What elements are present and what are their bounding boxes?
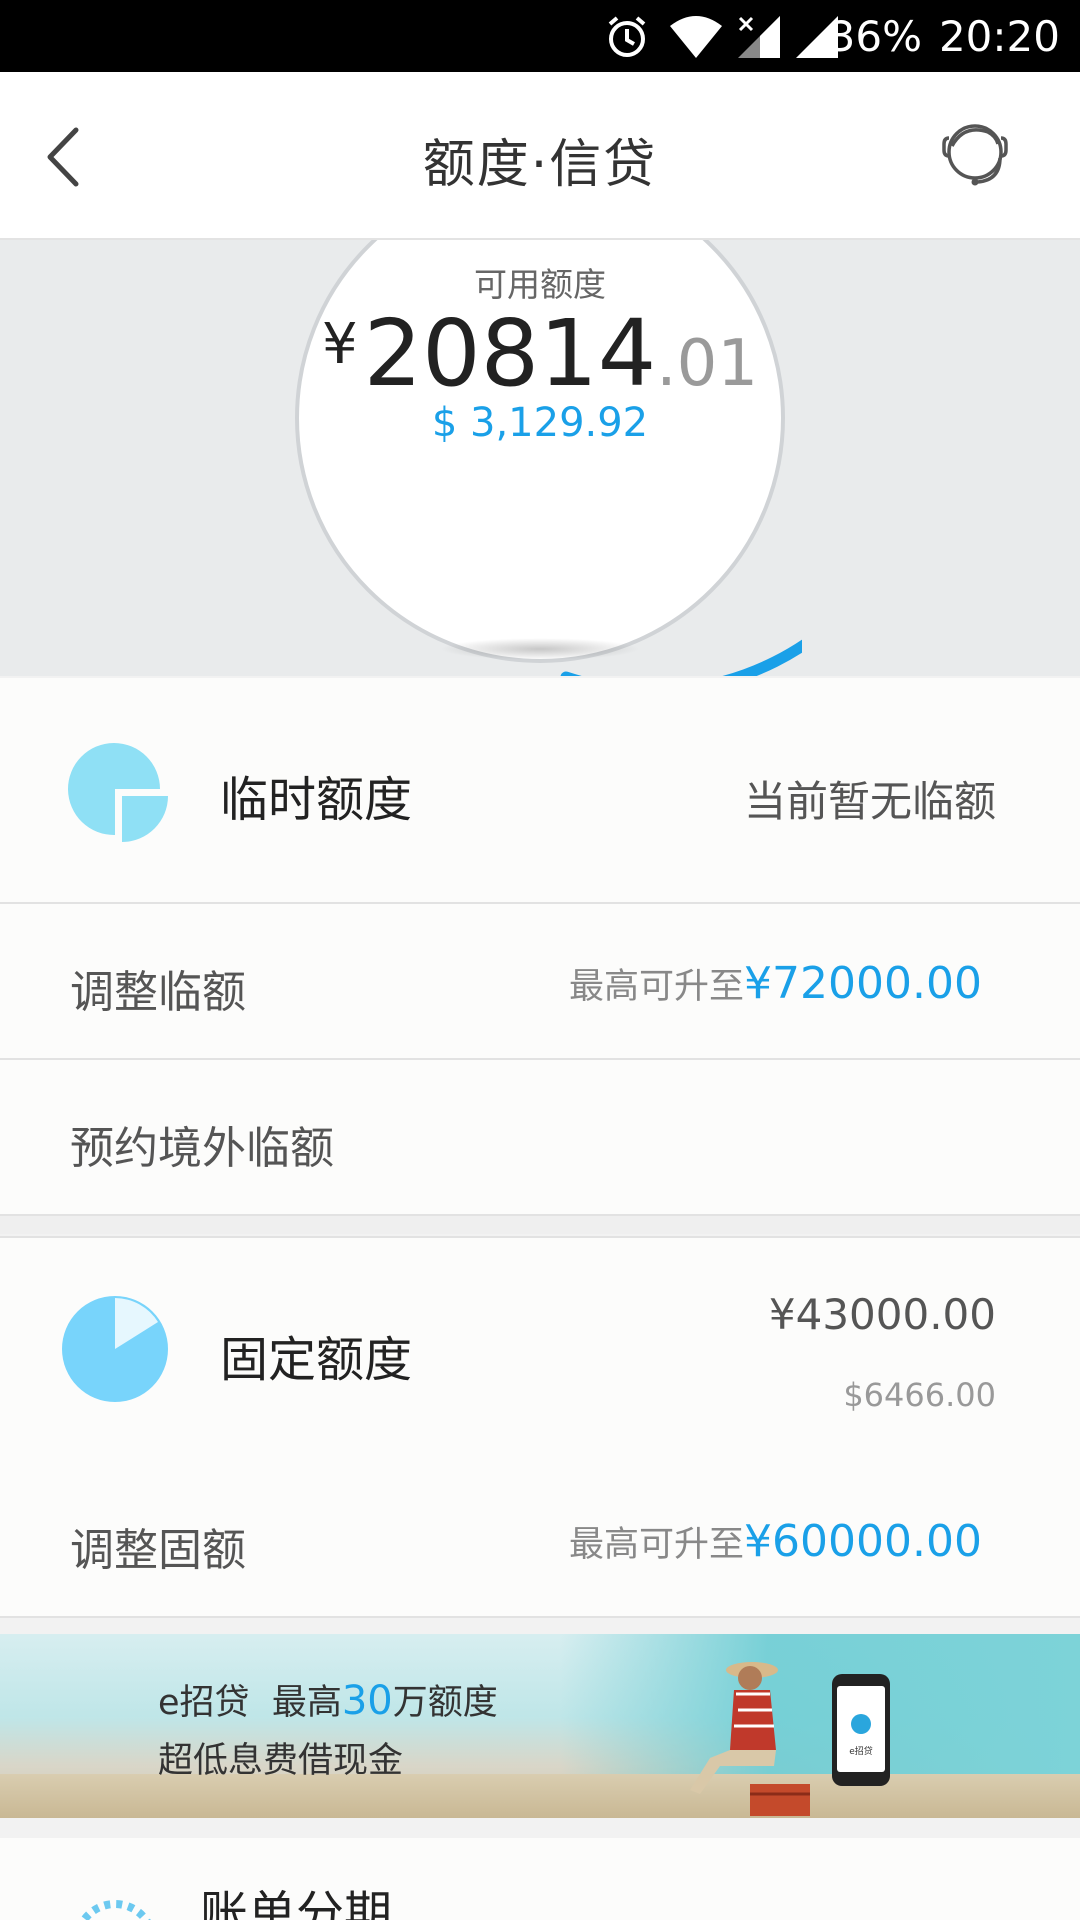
adjust-fixed-max: ¥60000.00 xyxy=(744,1516,982,1567)
temp-quota-icon xyxy=(68,743,168,842)
available-credit-panel: 可用额度 ¥20814.01 $ 3,129.92 xyxy=(0,240,1080,676)
adjust-temp-quota-label: 调整临额 xyxy=(70,967,246,1018)
currency-symbol: ¥ xyxy=(321,312,358,377)
fixed-quota-cny: ¥43000.00 xyxy=(768,1290,996,1339)
ring-shadow xyxy=(440,638,640,660)
installment-title: 账单分期 xyxy=(200,1886,393,1920)
clock: 20:20 xyxy=(938,12,1060,61)
e-loan-logo-icon xyxy=(851,1714,871,1734)
wifi-icon xyxy=(670,16,722,58)
banner-phone: e招贷 xyxy=(832,1674,890,1786)
status-bar: 36% 20:20 xyxy=(0,0,1080,72)
adjust-temp-hint: 最高可升至 xyxy=(569,967,745,1007)
adjust-fixed-quota-row[interactable]: 调整固额 最高可升至¥60000.00 xyxy=(0,1462,1080,1618)
banner-headline-suffix: 万额度 xyxy=(392,1683,498,1723)
no-sim-signal-icon xyxy=(738,16,780,58)
battery-percent: 36% xyxy=(828,12,922,61)
customer-service-icon[interactable] xyxy=(930,110,1020,200)
nav-bar: 额度·信贷 xyxy=(0,72,1080,240)
adjust-temp-quota-row[interactable]: 调整临额 最高可升至¥72000.00 xyxy=(0,904,1080,1060)
page-title: 额度·信贷 xyxy=(422,135,658,195)
amount-integer: 20814 xyxy=(363,300,657,407)
amount-decimal: .01 xyxy=(656,327,759,401)
banner-subline: 超低息费借现金 xyxy=(158,1741,404,1781)
alarm-icon xyxy=(608,16,646,57)
banner-headline-number: 30 xyxy=(341,1678,393,1724)
installment-icon xyxy=(79,1900,151,1920)
banner-headline-prefix: 最高 xyxy=(271,1683,342,1723)
banner-phone-brand: e招贷 xyxy=(849,1747,873,1757)
available-amount: ¥20814.01 xyxy=(0,300,1080,407)
adjust-fixed-quota-value: 最高可升至¥60000.00 xyxy=(569,1516,982,1567)
book-overseas-quota-row[interactable]: 预约境外临额 xyxy=(0,1060,1080,1216)
temp-quota-row[interactable]: 临时额度 当前暂无临额 xyxy=(0,678,1080,904)
fixed-quota-usd: $6466.00 xyxy=(843,1376,996,1414)
banner-sky xyxy=(560,1634,1080,1784)
fixed-quota-row[interactable]: 固定额度 ¥43000.00 $6466.00 xyxy=(0,1236,1080,1464)
book-overseas-label: 预约境外临额 xyxy=(70,1123,334,1174)
available-label: 可用额度 xyxy=(474,265,606,304)
adjust-fixed-hint: 最高可升至 xyxy=(569,1525,745,1565)
temp-quota-status: 当前暂无临额 xyxy=(743,777,996,826)
section-divider xyxy=(0,1216,1080,1234)
installment-row[interactable]: 账单分期 xyxy=(0,1838,1080,1920)
adjust-temp-max: ¥72000.00 xyxy=(744,958,982,1009)
adjust-fixed-quota-label: 调整固额 xyxy=(70,1525,246,1576)
adjust-temp-quota-value: 最高可升至¥72000.00 xyxy=(569,958,982,1009)
fixed-quota-title: 固定额度 xyxy=(220,1332,413,1388)
banner-product: e招贷 xyxy=(158,1683,250,1723)
banner-woman-illustration xyxy=(690,1662,810,1816)
available-usd: $ 3,129.92 xyxy=(431,400,649,446)
e-loan-banner[interactable]: e招贷 最高30万额度 超低息费借现金 e招贷 xyxy=(0,1634,1080,1818)
fixed-quota-pie-icon xyxy=(62,1296,168,1402)
banner-headline: e招贷 最高30万额度 xyxy=(158,1674,498,1725)
temp-quota-title: 临时额度 xyxy=(220,772,413,828)
